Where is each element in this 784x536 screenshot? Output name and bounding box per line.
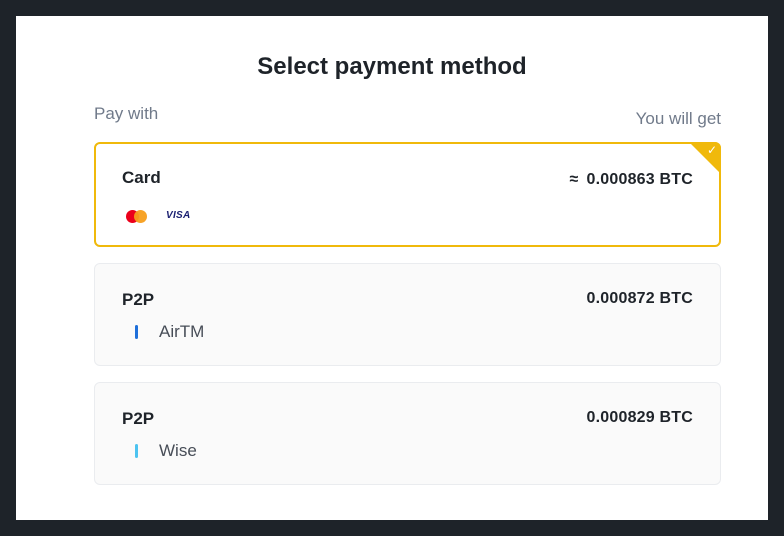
approx-symbol: ≈ [569, 171, 579, 188]
payment-option-p2p-wise[interactable]: P2P 0.000829 BTC Wise [94, 382, 721, 485]
option-name: P2P [122, 409, 155, 428]
payment-option-card[interactable]: ✓ Card ≈0.000863 BTC VISA [94, 142, 721, 247]
selected-check-icon: ✓ [689, 142, 721, 174]
option-name: P2P [122, 290, 155, 309]
provider-label: AirTM [159, 322, 205, 341]
provider-color-bar [135, 325, 138, 339]
mastercard-icon [126, 210, 148, 224]
payment-option-p2p-airtm[interactable]: P2P 0.000872 BTC AirTM [94, 263, 721, 366]
option-amount: ≈0.000863 BTC [570, 171, 693, 189]
amount-value: 0.000863 BTC [586, 171, 693, 188]
provider-label: Wise [159, 441, 197, 460]
option-name: Card [122, 168, 161, 187]
visa-icon: VISA [166, 210, 191, 221]
modal-title: Select payment method [257, 53, 527, 80]
pay-with-label: Pay with [94, 104, 159, 123]
option-amount: 0.000829 BTC [586, 409, 693, 426]
option-amount: 0.000872 BTC [586, 290, 693, 307]
you-will-get-label: You will get [635, 109, 721, 128]
payment-method-modal: Select payment method Pay with You will … [16, 16, 768, 520]
provider-color-bar [135, 444, 138, 458]
